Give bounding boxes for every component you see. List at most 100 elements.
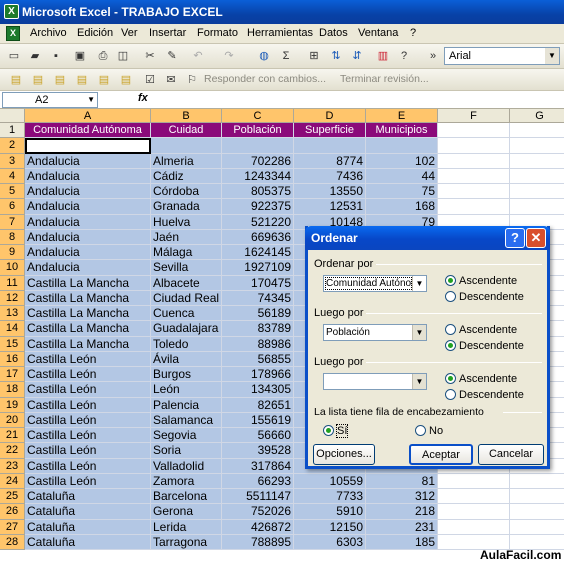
row-header[interactable]: 16	[0, 351, 25, 367]
cell-g[interactable]	[510, 169, 564, 184]
track-changes-icon[interactable]: ☑	[142, 72, 158, 88]
row-header[interactable]: 6	[0, 199, 25, 215]
menu-edicion[interactable]: Edición	[77, 27, 113, 39]
format-painter-icon[interactable]: ✎	[164, 48, 180, 64]
header-yes-radio[interactable]: Sí	[323, 424, 349, 438]
sort1-ascending-radio[interactable]: Ascendente	[445, 275, 517, 287]
menu-archivo[interactable]: Archivo	[30, 27, 67, 39]
cell-c[interactable]: 88986	[222, 336, 294, 352]
row-header[interactable]: 5	[0, 184, 25, 200]
cell-g[interactable]	[510, 138, 564, 154]
cell-a[interactable]: Castilla León	[25, 458, 151, 474]
cell-a[interactable]: Castilla La Mancha	[25, 306, 151, 322]
cell-b[interactable]: Tarragona	[151, 534, 222, 550]
options-button[interactable]: Opciones...	[313, 444, 375, 465]
cell-b[interactable]: Soria	[151, 443, 222, 459]
row-header[interactable]: 23	[0, 458, 25, 474]
cell-g[interactable]	[510, 504, 564, 520]
row-header[interactable]: 19	[0, 397, 25, 413]
cell-e[interactable]: 44	[366, 168, 438, 184]
cell-a[interactable]: Andalucia	[25, 184, 151, 200]
cell-c[interactable]: 788895	[222, 534, 294, 550]
sort-descending-icon[interactable]: ⇵	[349, 48, 365, 64]
cell-a[interactable]: Castilla León	[25, 443, 151, 459]
cell-e[interactable]: 75	[366, 184, 438, 200]
cell-b[interactable]: Guadalajara	[151, 321, 222, 337]
cell-c[interactable]: 39528	[222, 443, 294, 459]
row-header[interactable]: 22	[0, 443, 25, 459]
cell-c[interactable]: 317864	[222, 458, 294, 474]
cell-b[interactable]: Albacete	[151, 275, 222, 291]
cell-c[interactable]: 83789	[222, 321, 294, 337]
cell-c[interactable]: 521220	[222, 214, 294, 230]
cell-b[interactable]: Ávila	[151, 351, 222, 367]
cut-icon[interactable]: ✂	[142, 48, 158, 64]
cell-e[interactable]: 81	[366, 473, 438, 489]
cell-c[interactable]: 82651	[222, 397, 294, 413]
cell-a[interactable]: Cataluña	[25, 534, 151, 550]
cell-d[interactable]: 7733	[294, 489, 366, 505]
sort3-descending-radio[interactable]: Descendente	[445, 389, 524, 401]
row-header[interactable]: 4	[0, 168, 25, 184]
cell-c[interactable]: 1927109	[222, 260, 294, 276]
row-header[interactable]: 10	[0, 260, 25, 276]
cell-a[interactable]: Andalucia	[25, 214, 151, 230]
review-icon-4[interactable]: ▤	[74, 72, 90, 88]
cell-c[interactable]: 669636	[222, 229, 294, 245]
print-icon[interactable]: ⎙	[95, 48, 111, 64]
column-header-e[interactable]: E	[366, 109, 438, 123]
cell-c[interactable]	[222, 138, 294, 154]
ok-button[interactable]: Aceptar	[409, 444, 473, 465]
reply-with-changes-button[interactable]: Responder con cambios...	[204, 73, 326, 85]
then-by-select-1[interactable]: Población ▼	[323, 324, 427, 341]
cell-a[interactable]: Cataluña	[25, 504, 151, 520]
column-header-a[interactable]: A	[25, 109, 151, 123]
row-header[interactable]: 27	[0, 519, 25, 535]
chevron-down-icon[interactable]: ▼	[412, 374, 426, 389]
cell-e[interactable]: 185	[366, 534, 438, 550]
sort1-descending-radio[interactable]: Descendente	[445, 291, 524, 303]
row-header[interactable]: 21	[0, 428, 25, 444]
row-header[interactable]: 18	[0, 382, 25, 398]
row-header[interactable]: 13	[0, 306, 25, 322]
cell-a[interactable]: Andalucia	[25, 153, 151, 169]
row-header[interactable]: 2	[0, 138, 25, 154]
then-by-select-2[interactable]: ▼	[323, 373, 427, 390]
cell-a[interactable]: Cataluña	[25, 489, 151, 505]
cell-a[interactable]: Castilla León	[25, 367, 151, 383]
cell-c[interactable]: 66293	[222, 473, 294, 489]
cell-a[interactable]: Castilla La Mancha	[25, 336, 151, 352]
cell-f[interactable]	[438, 489, 510, 505]
font-dropdown-arrow-icon[interactable]: ▼	[545, 48, 559, 64]
cell-f[interactable]	[438, 123, 510, 139]
help-icon[interactable]: ?	[396, 48, 412, 64]
cell-c[interactable]: 1243344	[222, 168, 294, 184]
row-header[interactable]: 1	[0, 123, 25, 139]
print-preview-icon[interactable]: ◫	[115, 48, 131, 64]
cell-b[interactable]	[151, 138, 222, 154]
cell-b[interactable]: Zamora	[151, 473, 222, 489]
name-box-dropdown-icon[interactable]: ▼	[87, 93, 95, 107]
cell-b[interactable]: Barcelona	[151, 489, 222, 505]
cell-f[interactable]	[438, 153, 510, 169]
header-no-radio[interactable]: No	[415, 425, 443, 437]
cell-d[interactable]: 6303	[294, 534, 366, 550]
row-header[interactable]: 25	[0, 489, 25, 505]
cell-b[interactable]: Valladolid	[151, 458, 222, 474]
cell-e[interactable]: 102	[366, 153, 438, 169]
row-header[interactable]: 17	[0, 367, 25, 383]
cell-d[interactable]: 12150	[294, 519, 366, 535]
end-review-button[interactable]: Terminar revisión...	[340, 73, 429, 85]
cell-a[interactable]	[25, 138, 151, 154]
cell-b[interactable]: Cuenca	[151, 306, 222, 322]
cell-a[interactable]: Castilla León	[25, 473, 151, 489]
cell-a[interactable]: Andalucia	[25, 199, 151, 215]
column-header-f[interactable]: F	[438, 109, 510, 123]
insert-function-icon[interactable]: ⊞	[306, 48, 322, 64]
cell-c[interactable]: 426872	[222, 519, 294, 535]
menu-formato[interactable]: Formato	[197, 27, 238, 39]
cell-b[interactable]: Salamanca	[151, 412, 222, 428]
sort2-descending-radio[interactable]: Descendente	[445, 340, 524, 352]
cell-a[interactable]: Andalucia	[25, 245, 151, 261]
name-box[interactable]: A2 ▼	[2, 92, 98, 108]
